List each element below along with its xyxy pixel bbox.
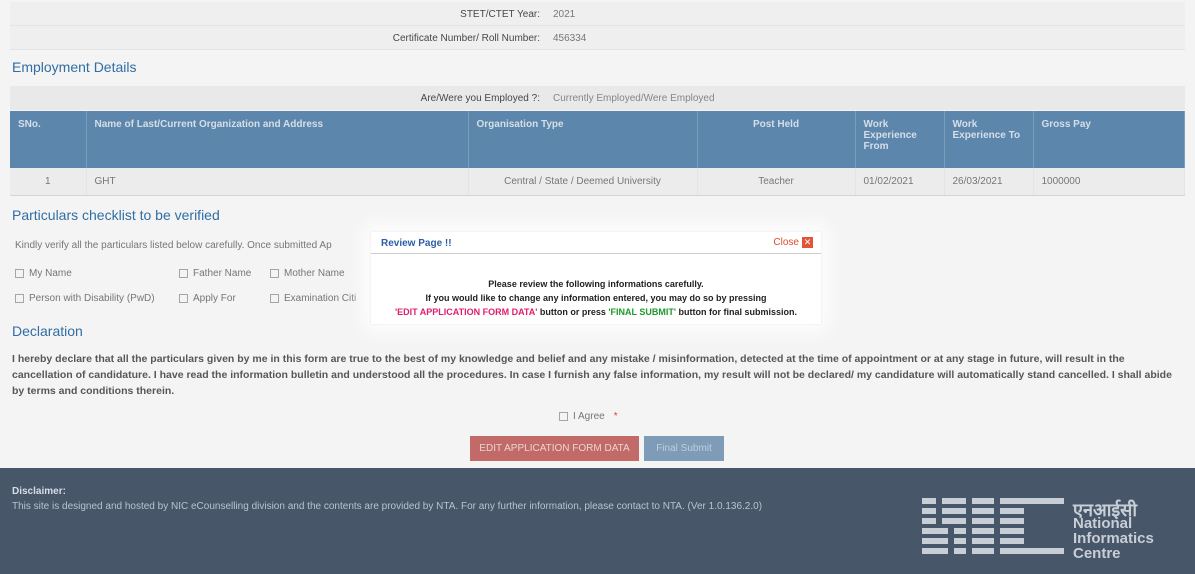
checkbox-box[interactable]	[270, 269, 279, 278]
col-exp-to: Work Experience To	[944, 111, 1034, 168]
stet-year-row: STET/CTET Year: 2021	[10, 2, 1185, 26]
application-preview-page: STET/CTET Year: 2021 Certificate Number/…	[0, 0, 1195, 574]
employed-question-label: Are/Were you Employed ?:	[420, 93, 540, 104]
checkbox-pwd[interactable]: Person with Disability (PwD)	[15, 293, 155, 304]
nic-line-3: Centre	[1073, 545, 1121, 562]
cell-exp-from: 01/02/2021	[855, 168, 945, 196]
modal-title: Review Page !!	[381, 238, 452, 249]
checkbox-label: Apply For	[193, 293, 236, 304]
agree-label: I Agree	[573, 411, 605, 422]
modal-edit-ref: 'EDIT APPLICATION FORM DATA'	[394, 307, 538, 317]
agree-checkbox[interactable]: I Agree *	[559, 411, 618, 422]
close-label[interactable]: Close	[773, 237, 799, 248]
checkbox-box[interactable]	[15, 294, 24, 303]
checkbox-apply-for[interactable]: Apply For	[179, 293, 236, 304]
disclaimer-title: Disclaimer:	[12, 486, 66, 497]
stet-year-value: 2021	[553, 9, 576, 20]
nic-english-name: National Informatics Centre	[1073, 516, 1154, 561]
checkbox-my-name[interactable]: My Name	[15, 268, 72, 279]
employment-table: SNo. Name of Last/Current Organization a…	[10, 111, 1185, 196]
modal-close-button[interactable]: Close ✕	[773, 237, 813, 248]
modal-line-2: If you would like to change any informat…	[425, 293, 767, 303]
col-post-held: Post Held	[697, 111, 856, 168]
disclaimer-text: This site is designed and hosted by NIC …	[12, 501, 763, 512]
col-sno: SNo.	[10, 111, 87, 168]
roll-number-value: 456334	[553, 33, 587, 44]
checkbox-box[interactable]	[179, 294, 188, 303]
cell-post-held: Teacher	[697, 168, 856, 196]
modal-body: Please review the following informations…	[371, 277, 821, 319]
close-icon[interactable]: ✕	[802, 237, 813, 248]
checklist-instruction: Kindly verify all the particulars listed…	[15, 240, 332, 251]
footer: Disclaimer: This site is designed and ho…	[0, 468, 1195, 574]
checkbox-box[interactable]	[270, 294, 279, 303]
checkbox-exam-city[interactable]: Examination Citi	[270, 293, 356, 304]
cell-org-type: Central / State / Deemed University	[468, 168, 698, 196]
edit-application-button[interactable]: EDIT APPLICATION FORM DATA	[470, 436, 639, 461]
checkbox-label: Person with Disability (PwD)	[29, 293, 155, 304]
employed-question-value: Currently Employed/Were Employed	[553, 93, 715, 104]
col-exp-from: Work Experience From	[855, 111, 945, 168]
checkbox-label: Examination Citi	[284, 293, 357, 304]
checkbox-box[interactable]	[559, 412, 568, 421]
final-submit-button[interactable]: Final Submit	[644, 436, 724, 461]
declaration-text: I hereby declare that all the particular…	[12, 353, 1172, 397]
employed-question-row: Are/Were you Employed ?: Currently Emplo…	[10, 86, 1185, 110]
cell-organization: GHT	[86, 168, 469, 196]
checkbox-label: My Name	[29, 268, 72, 279]
checklist-section-title: Particulars checklist to be verified	[12, 207, 220, 223]
modal-mid-text: button or press	[537, 307, 609, 317]
checkbox-box[interactable]	[15, 269, 24, 278]
checkbox-mother-name[interactable]: Mother Name	[270, 268, 345, 279]
nic-line-1: National	[1073, 515, 1133, 532]
required-mark: *	[613, 411, 618, 422]
review-modal: Review Page !! Close ✕ Please review the…	[371, 232, 821, 324]
col-organization: Name of Last/Current Organization and Ad…	[86, 111, 469, 168]
roll-number-row: Certificate Number/ Roll Number: 456334	[10, 26, 1185, 50]
col-gross-pay: Gross Pay	[1033, 111, 1185, 168]
cell-exp-to: 26/03/2021	[944, 168, 1034, 196]
modal-end-text: button for final submission.	[676, 307, 798, 317]
roll-number-label: Certificate Number/ Roll Number:	[392, 33, 540, 44]
declaration-section-title: Declaration	[12, 323, 83, 339]
modal-line-1: Please review the following informations…	[488, 279, 704, 289]
checkbox-label: Father Name	[193, 268, 252, 279]
modal-line-3: 'EDIT APPLICATION FORM DATA' button or p…	[371, 305, 821, 319]
employment-table-header: SNo. Name of Last/Current Organization a…	[10, 111, 1185, 168]
nic-line-2: Informatics	[1073, 530, 1154, 547]
col-org-type: Organisation Type	[468, 111, 698, 168]
checkbox-father-name[interactable]: Father Name	[179, 268, 251, 279]
cell-gross-pay: 1000000	[1033, 168, 1185, 196]
table-row: 1 GHT Central / State / Deemed Universit…	[10, 168, 1185, 196]
modal-header: Review Page !! Close ✕	[371, 232, 821, 254]
checkbox-box[interactable]	[179, 269, 188, 278]
cell-sno: 1	[10, 168, 87, 196]
checkbox-label: Mother Name	[284, 268, 345, 279]
employment-section-title: Employment Details	[12, 59, 137, 75]
modal-final-ref: 'FINAL SUBMIT'	[608, 307, 677, 317]
stet-year-label: STET/CTET Year:	[460, 9, 540, 20]
